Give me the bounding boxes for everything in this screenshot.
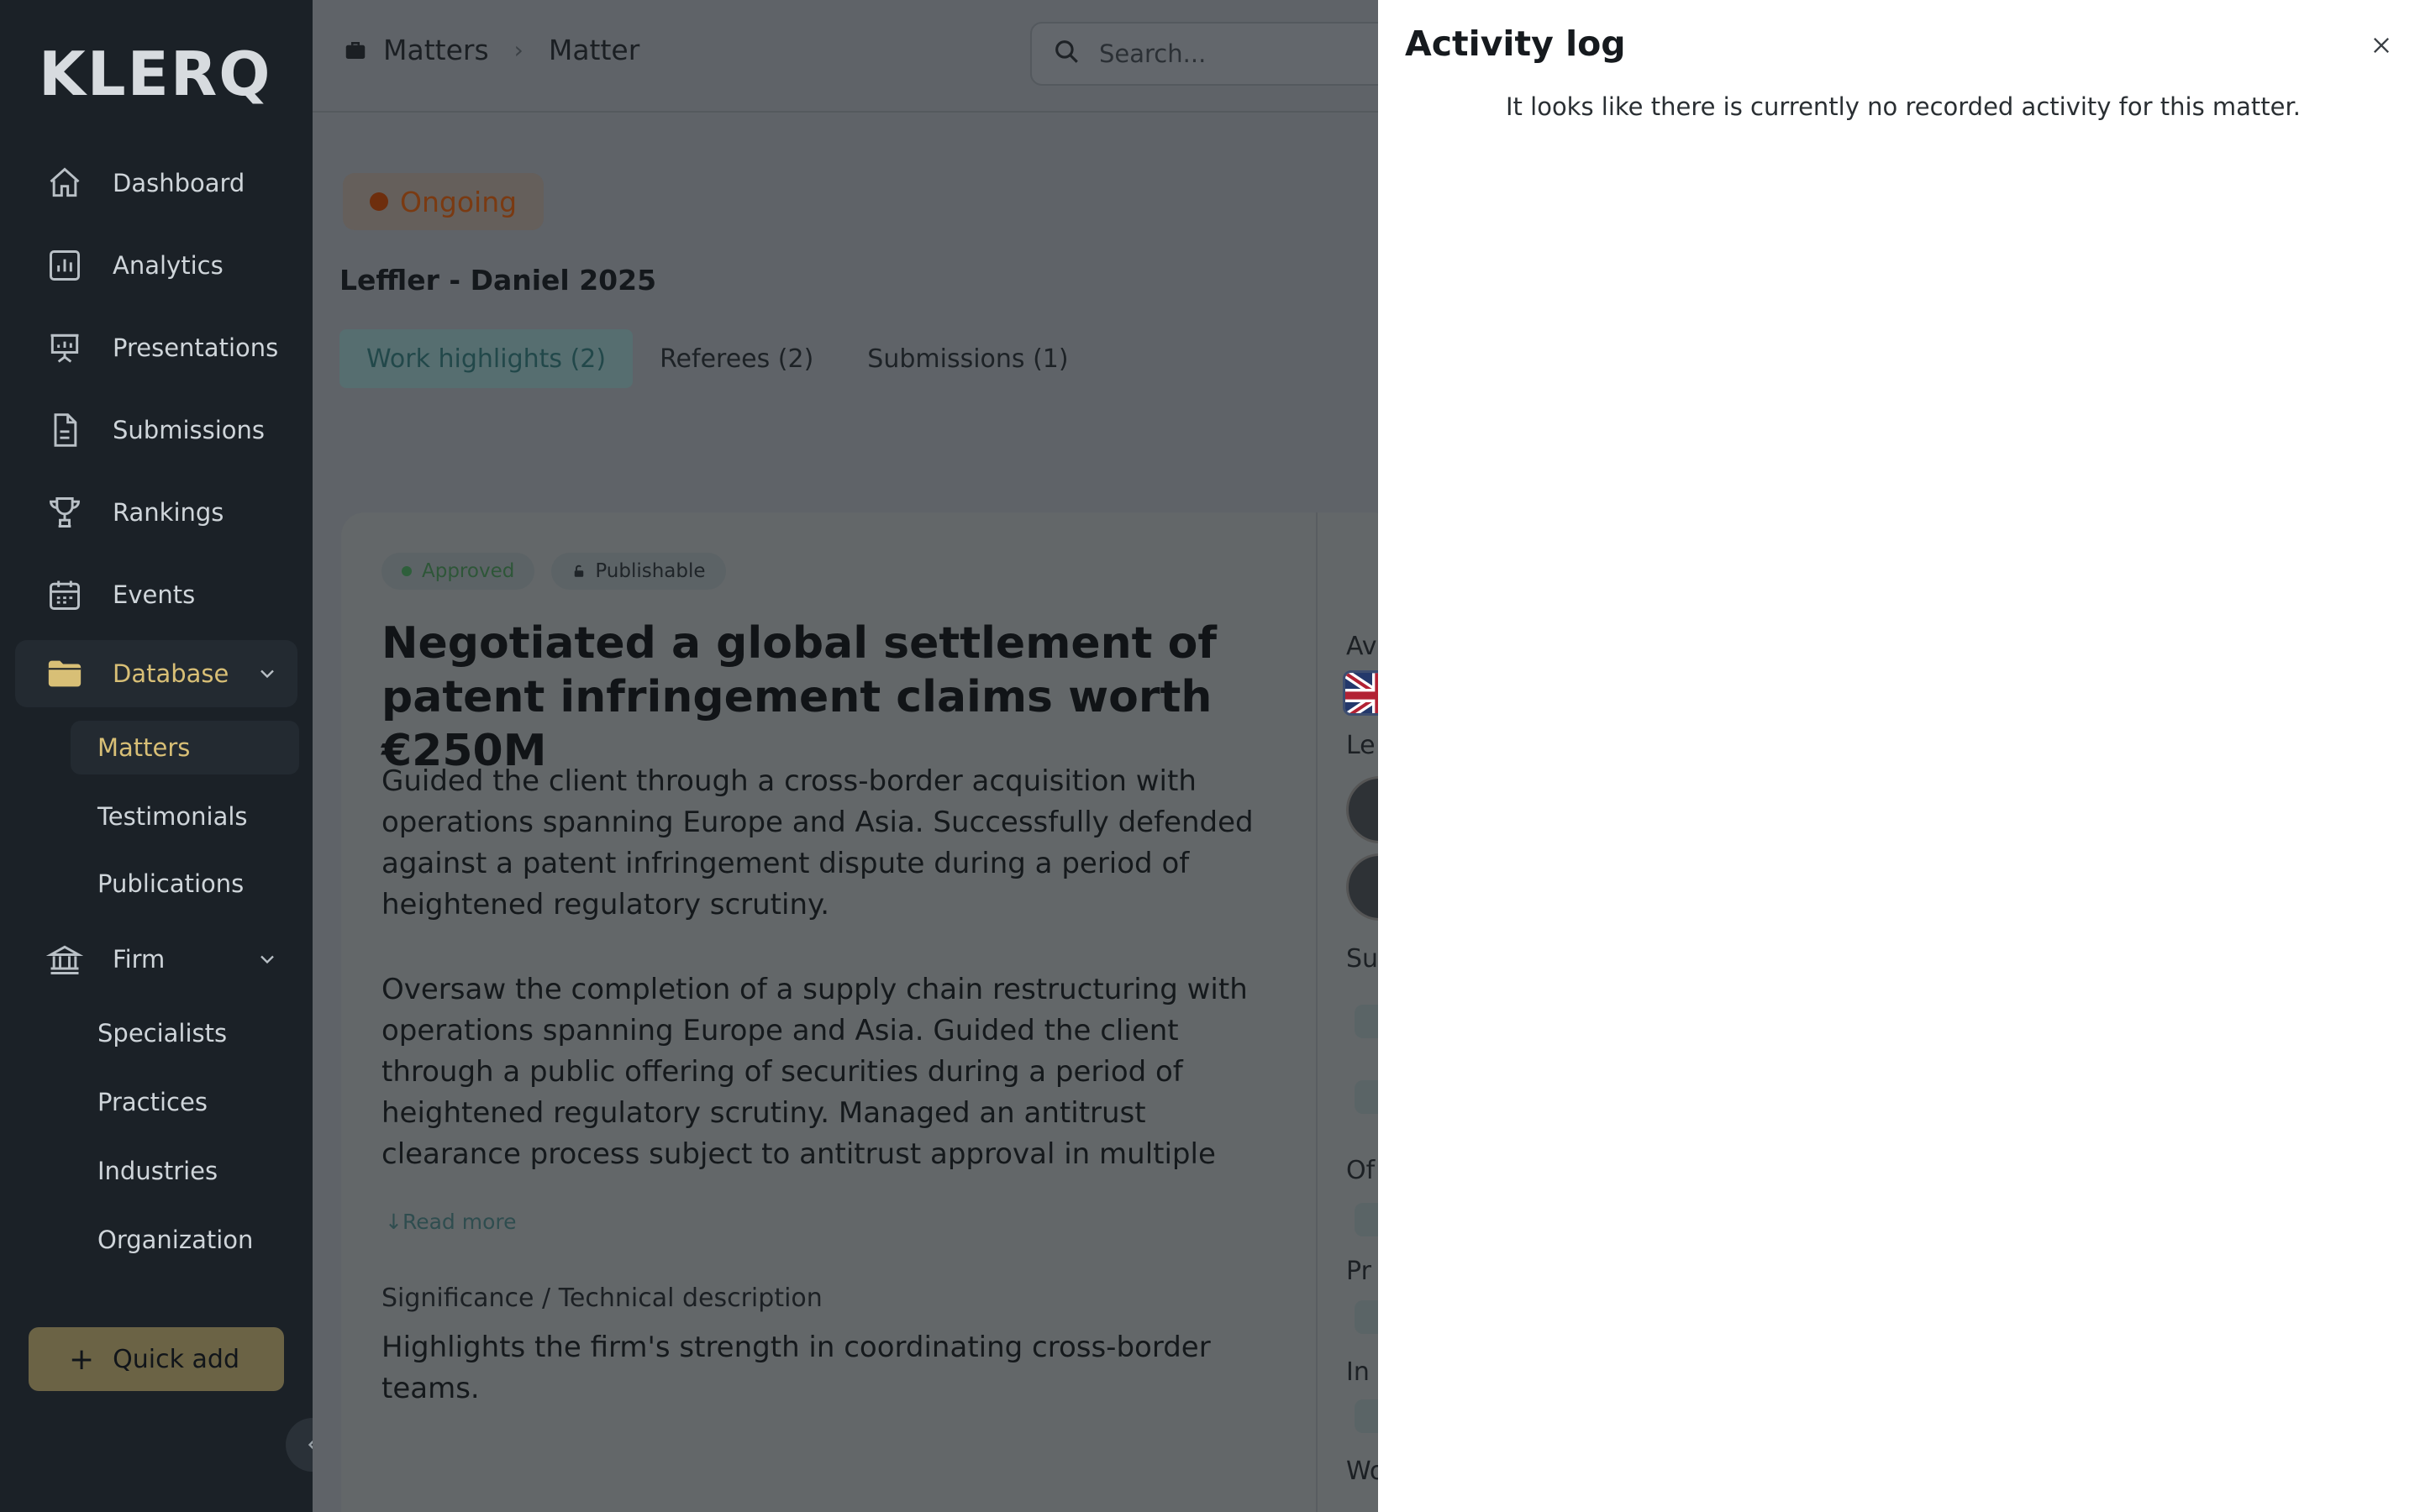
sidebar-item-label: Submissions (113, 416, 266, 444)
drawer-title: Activity log (1405, 24, 1626, 64)
sidebar-item-events[interactable]: Events (15, 561, 297, 628)
presentation-icon (45, 328, 84, 367)
side-label: In (1346, 1357, 1370, 1387)
breadcrumb-matters[interactable]: Matters (383, 34, 489, 66)
side-label: Of (1346, 1156, 1376, 1185)
search-placeholder: Search... (1099, 39, 1207, 68)
significance-label: Significance / Technical description (381, 1284, 823, 1313)
chevron-right-icon: › (513, 36, 523, 64)
app-logo: KLERQ (39, 39, 272, 109)
sidebar-subitem-specialists[interactable]: Specialists (71, 1006, 299, 1060)
empty-state-message: It looks like there is currently no reco… (1506, 92, 2301, 121)
sidebar-item-label: Dashboard (113, 169, 245, 197)
badge-label: Publishable (595, 560, 706, 582)
activity-log-drawer: Activity log It looks like there is curr… (1378, 0, 2420, 1512)
status-dot (370, 192, 388, 211)
folder-icon (45, 654, 84, 693)
approved-badge: Approved (381, 553, 535, 590)
tabs: Work highlights (2) Referees (2) Submiss… (339, 329, 1096, 388)
close-icon (2374, 38, 2389, 53)
close-button[interactable] (2365, 29, 2398, 62)
sidebar: KLERQ Dashboard Analytics Presentations … (0, 0, 339, 1512)
sidebar-item-label: Rankings (113, 498, 224, 527)
highlight-badges: Approved Publishable (381, 553, 743, 590)
briefcase-icon (343, 38, 368, 63)
tab-referees[interactable]: Referees (2) (633, 329, 840, 388)
status-dot (402, 566, 412, 576)
sidebar-item-database[interactable]: Database (15, 640, 297, 707)
sidebar-item-rankings[interactable]: Rankings (15, 479, 297, 546)
status-badge: Ongoing (343, 173, 544, 230)
sidebar-subitem-industries[interactable]: Industries (71, 1144, 299, 1198)
sidebar-subitem-organization[interactable]: Organization (71, 1213, 299, 1267)
chevron-down-icon[interactable] (255, 662, 279, 685)
tab-submissions[interactable]: Submissions (1) (840, 329, 1095, 388)
unlock-icon (571, 564, 587, 579)
read-more-link[interactable]: ↓Read more (385, 1210, 516, 1234)
breadcrumb: Matters › Matter (343, 34, 639, 66)
sidebar-item-label: Presentations (113, 333, 279, 362)
side-label: Le (1346, 731, 1376, 760)
sidebar-item-analytics[interactable]: Analytics (15, 232, 297, 299)
sidebar-item-label: Database (113, 659, 229, 688)
sidebar-subitem-matters[interactable]: Matters (71, 721, 299, 774)
side-label: Av (1346, 632, 1377, 661)
plus-icon: + (69, 1341, 95, 1377)
sidebar-subitem-testimonials[interactable]: Testimonials (71, 790, 299, 843)
trophy-icon (45, 493, 84, 532)
tab-work-highlights[interactable]: Work highlights (2) (339, 329, 634, 388)
sidebar-item-dashboard[interactable]: Dashboard (15, 150, 297, 217)
quick-add-button[interactable]: + Quick add (29, 1327, 284, 1391)
document-icon (45, 411, 84, 449)
search-icon (1052, 37, 1081, 71)
sidebar-item-presentations[interactable]: Presentations (15, 314, 297, 381)
sidebar-item-label: Firm (113, 945, 166, 974)
significance-text: Highlights the firm's strength in coordi… (381, 1331, 1211, 1405)
sidebar-subitem-publications[interactable]: Publications (71, 857, 299, 911)
side-label: Pr (1346, 1257, 1371, 1286)
bank-icon (45, 940, 84, 979)
chevron-down-icon[interactable] (255, 948, 279, 971)
page-title: Leffler - Daniel 2025 (339, 264, 657, 297)
badge-label: Approved (422, 560, 515, 582)
highlight-heading: Negotiated a global settlement of patent… (381, 618, 1217, 776)
arrow-down-icon: ↓ (385, 1210, 402, 1234)
highlight-paragraph: Guided the client through a cross-border… (381, 764, 1254, 921)
publishable-badge: Publishable (551, 553, 726, 590)
calendar-icon (45, 575, 84, 614)
sidebar-item-firm[interactable]: Firm (15, 926, 297, 993)
sidebar-item-label: Events (113, 580, 196, 609)
highlight-paragraph: Oversaw the completion of a supply chain… (381, 973, 1248, 1171)
sidebar-item-submissions[interactable]: Submissions (15, 396, 297, 464)
status-label: Ongoing (400, 185, 518, 218)
quick-add-label: Quick add (113, 1344, 240, 1374)
breadcrumb-matter: Matter (548, 34, 640, 66)
bar-chart-icon (45, 246, 84, 285)
side-label: Su (1346, 944, 1379, 974)
sidebar-item-label: Analytics (113, 251, 224, 280)
home-icon (45, 164, 84, 202)
sidebar-subitem-practices[interactable]: Practices (71, 1075, 299, 1129)
